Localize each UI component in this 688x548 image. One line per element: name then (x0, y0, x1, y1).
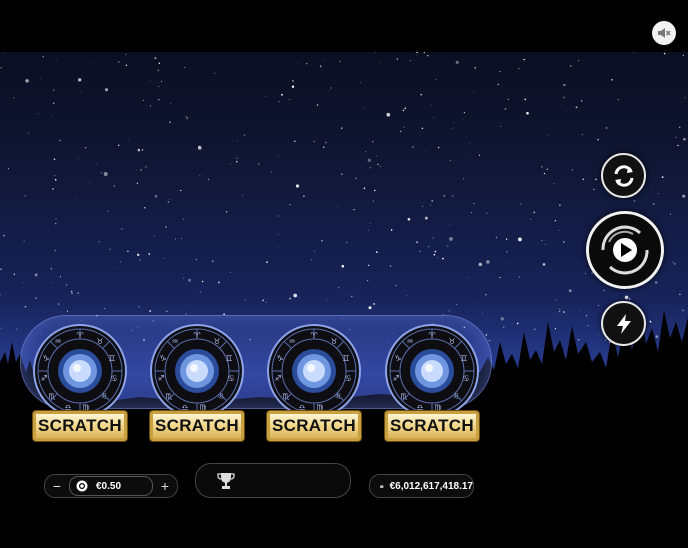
svg-text:♊: ♊ (460, 354, 467, 363)
svg-text:♉: ♉ (330, 337, 337, 346)
svg-text:♏: ♏ (165, 392, 173, 401)
svg-text:♑: ♑ (276, 354, 283, 363)
svg-text:♈: ♈ (428, 331, 435, 340)
balance-display: €6,012,617,418.17 (369, 474, 474, 498)
bet-amount: €0.50 (96, 480, 122, 492)
zodiac-disc-3[interactable]: ♈♉♊ ♋♌♍ ♎♏♐ ♑♒ (266, 323, 362, 419)
balance-amount: €6,012,617,418.17 (389, 480, 473, 492)
svg-text:♋: ♋ (110, 374, 117, 383)
bet-display: €0.50 (69, 476, 153, 496)
zodiac-disc-4[interactable]: ♈♉♊ ♋♌♍ ♎♏♐ ♑♒ (384, 323, 480, 419)
bet-increase-button[interactable]: + (153, 475, 177, 497)
mute-button[interactable] (652, 21, 676, 45)
svg-text:♊: ♊ (342, 354, 349, 363)
svg-text:♑: ♑ (394, 354, 401, 363)
speaker-muted-icon (658, 28, 671, 38)
svg-text:♋: ♋ (462, 374, 469, 383)
svg-text:♌: ♌ (334, 392, 341, 401)
svg-text:♐: ♐ (274, 374, 281, 383)
svg-text:♒: ♒ (406, 337, 413, 346)
scratch-button-3[interactable]: SCRATCH (267, 411, 361, 441)
svg-text:♐: ♐ (392, 374, 399, 383)
svg-text:♐: ♐ (157, 374, 164, 383)
play-icon (601, 225, 649, 275)
svg-text:♏: ♏ (48, 392, 56, 401)
refresh-icon (614, 164, 633, 187)
svg-text:♏: ♏ (282, 392, 290, 401)
svg-text:♐: ♐ (40, 374, 47, 383)
svg-text:♒: ♒ (54, 337, 61, 346)
scratch-button-4[interactable]: SCRATCH (385, 411, 479, 441)
svg-text:♉: ♉ (448, 337, 455, 346)
wallet-icon (380, 484, 384, 488)
svg-text:♌: ♌ (217, 392, 224, 401)
svg-text:♊: ♊ (108, 354, 115, 363)
zodiac-disc-1[interactable]: ♈♉♊ ♋♌♍ ♎♏♐ ♑♒ (32, 323, 128, 419)
lightning-icon (616, 313, 631, 334)
zodiac-disc-2[interactable]: ♈♉♊ ♋♌♍ ♎♏♐ ♑♒ (149, 323, 245, 419)
svg-text:♌: ♌ (452, 392, 459, 401)
chip-icon (76, 480, 88, 492)
svg-text:♉: ♉ (96, 337, 103, 346)
svg-text:♋: ♋ (344, 374, 351, 383)
scratch-button-2[interactable]: SCRATCH (150, 411, 244, 441)
svg-text:♈: ♈ (310, 331, 317, 340)
trophy-icon (217, 472, 235, 489)
reload-button[interactable] (601, 153, 646, 198)
svg-text:♏: ♏ (400, 392, 408, 401)
svg-text:♈: ♈ (76, 331, 83, 340)
bet-selector: − €0.50 + (44, 474, 178, 498)
svg-text:♋: ♋ (227, 374, 234, 383)
svg-text:♈: ♈ (193, 331, 200, 340)
bet-decrease-button[interactable]: − (45, 475, 69, 497)
scratch-button-1[interactable]: SCRATCH (33, 411, 127, 441)
win-display (195, 463, 351, 498)
play-button[interactable] (586, 211, 664, 289)
turbo-button[interactable] (601, 301, 646, 346)
svg-text:♒: ♒ (288, 337, 295, 346)
svg-text:♊: ♊ (225, 354, 232, 363)
svg-text:♑: ♑ (159, 354, 166, 363)
svg-text:♒: ♒ (171, 337, 178, 346)
svg-text:♌: ♌ (100, 392, 107, 401)
svg-text:♉: ♉ (213, 337, 220, 346)
svg-text:♑: ♑ (42, 354, 49, 363)
